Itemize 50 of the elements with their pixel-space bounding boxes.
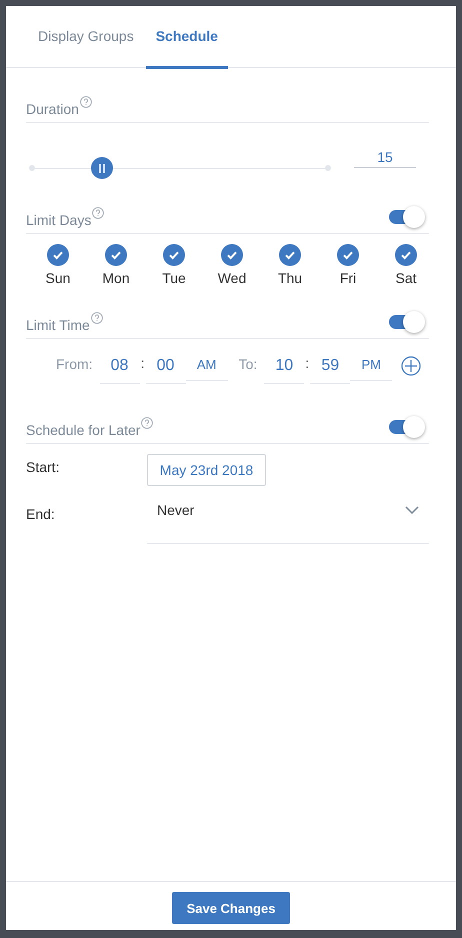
check-icon	[110, 249, 122, 261]
time-label: To:	[238, 356, 258, 372]
date-picker-button[interactable]: May 23rd 2018	[147, 454, 266, 486]
day-checkbox[interactable]	[279, 244, 301, 266]
tab[interactable]: Display Groups	[26, 6, 146, 69]
period-field[interactable]: AM	[186, 351, 228, 381]
save-changes-button[interactable]: Save Changes	[172, 892, 290, 924]
day-label: Thu	[278, 270, 302, 286]
section-label: Limit Days	[26, 212, 92, 230]
period-field[interactable]: PM	[350, 351, 392, 381]
duration-value[interactable]: 15	[354, 149, 416, 168]
hour-field[interactable]: 08	[100, 351, 140, 384]
minute-field[interactable]: 59	[310, 351, 350, 384]
day-label: Wed	[218, 270, 246, 286]
day-checkbox[interactable]	[47, 244, 69, 266]
day-checkbox[interactable]	[163, 244, 185, 266]
section-label: Schedule for Later	[26, 422, 140, 440]
check-icon	[226, 249, 238, 261]
chevron-down-icon	[405, 506, 419, 514]
day-checkbox[interactable]	[395, 244, 417, 266]
section-label: Duration	[26, 101, 79, 119]
slider-handle[interactable]	[90, 157, 113, 179]
check-icon	[400, 249, 412, 261]
start-label: Start:	[26, 458, 60, 477]
time-separator: :	[140, 354, 146, 371]
tab[interactable]: Schedule	[146, 6, 228, 69]
day-label: Sat	[395, 270, 416, 286]
check-icon	[342, 249, 354, 261]
section-label: Limit Time	[26, 317, 90, 335]
end-label: End:	[26, 505, 56, 524]
time-label: From:	[56, 356, 93, 372]
day-label: Mon	[102, 270, 130, 286]
day-label: Sun	[46, 270, 70, 286]
help-icon[interactable]	[141, 417, 154, 429]
day-label: Tue	[162, 270, 186, 286]
hour-field[interactable]: 10	[264, 351, 304, 384]
day-label: Fri	[340, 270, 356, 286]
check-icon	[52, 249, 64, 261]
check-icon	[168, 249, 180, 261]
day-checkbox[interactable]	[337, 244, 359, 266]
help-icon[interactable]	[90, 312, 103, 324]
help-icon[interactable]	[80, 96, 92, 108]
time-separator: :	[304, 354, 310, 371]
add-icon[interactable]	[401, 356, 422, 376]
minute-field[interactable]: 00	[146, 351, 186, 384]
day-checkbox[interactable]	[105, 244, 127, 266]
day-checkbox[interactable]	[221, 244, 243, 266]
check-icon	[284, 249, 296, 261]
end-dropdown[interactable]: Never	[147, 486, 429, 544]
help-icon[interactable]	[92, 207, 104, 219]
